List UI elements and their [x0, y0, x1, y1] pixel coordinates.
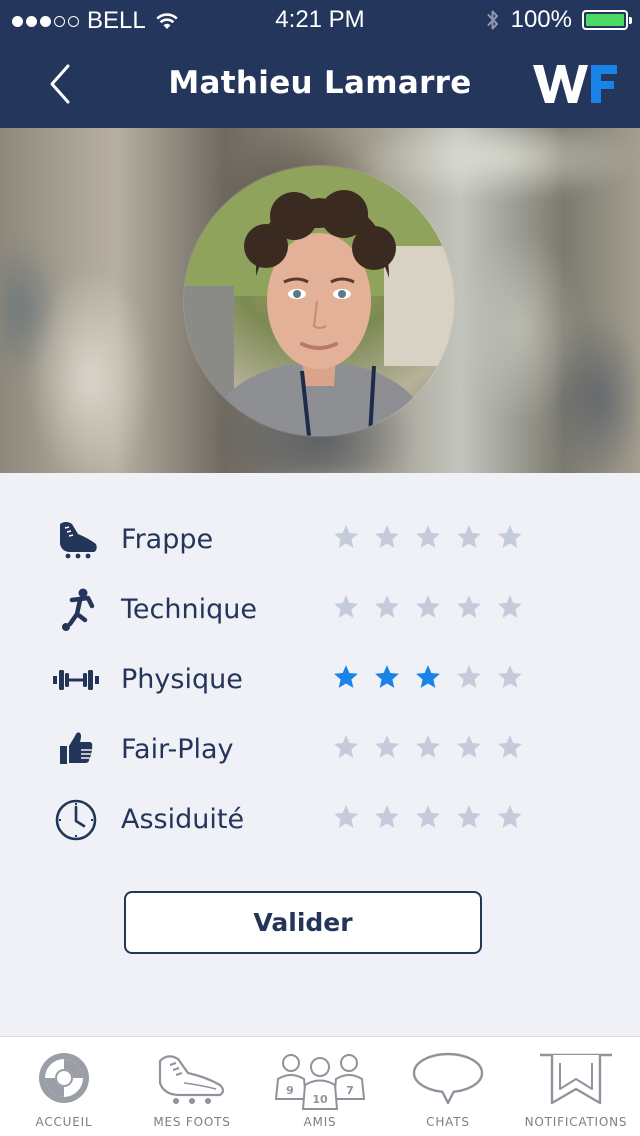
rating-label: Physique [121, 664, 243, 695]
tab-accueil[interactable]: ACCUEIL [0, 1037, 128, 1136]
football-boot-icon [158, 1055, 225, 1104]
football-boot-icon [60, 522, 97, 559]
tab-label: ACCUEIL [35, 1115, 93, 1129]
tab-notifications[interactable]: NOTIFICATIONS [512, 1037, 640, 1136]
rating-label: Fair-Play [121, 734, 234, 765]
rating-row-fair-play: Fair-Play [0, 715, 640, 785]
star-empty-icon[interactable] [415, 734, 441, 760]
rating-row-assiduite: Assiduité [0, 785, 640, 855]
tab-bar: ACCUEIL MES FOOTS 9 10 7 AMIS CHATS NOTI… [0, 1036, 640, 1136]
star-filled-icon[interactable] [374, 664, 400, 690]
rating-row-frappe: Frappe [0, 505, 640, 575]
star-empty-icon[interactable] [374, 524, 400, 550]
battery-fill [586, 14, 624, 26]
star-empty-icon[interactable] [497, 664, 523, 690]
star-empty-icon[interactable] [374, 734, 400, 760]
star-empty-icon[interactable] [456, 804, 482, 830]
tab-chats[interactable]: CHATS [384, 1037, 512, 1136]
star-empty-icon[interactable] [374, 804, 400, 830]
star-empty-icon[interactable] [374, 594, 400, 620]
star-rating[interactable] [333, 804, 523, 830]
tab-mes-foots[interactable]: MES FOOTS [128, 1037, 256, 1136]
star-empty-icon[interactable] [456, 594, 482, 620]
rating-label: Technique [121, 594, 257, 625]
rating-row-technique: Technique [0, 575, 640, 645]
star-filled-icon[interactable] [333, 664, 359, 690]
star-rating[interactable] [333, 734, 523, 760]
status-bar: BELL 4:21 PM 100% [0, 0, 640, 40]
star-empty-icon[interactable] [415, 524, 441, 550]
jersey-number: 9 [286, 1084, 294, 1097]
star-rating[interactable] [333, 594, 523, 620]
home-swirl-icon [39, 1053, 89, 1103]
thumbs-up-icon [60, 732, 93, 764]
rating-row-physique: Physique [0, 645, 640, 715]
tab-amis[interactable]: 9 10 7 AMIS [256, 1037, 384, 1136]
status-right: 100% [485, 6, 632, 34]
chat-bubble-icon [412, 1052, 484, 1105]
star-empty-icon[interactable] [415, 594, 441, 620]
star-rating[interactable] [333, 664, 523, 690]
profile-avatar [184, 166, 454, 436]
player-kicking-icon [62, 588, 95, 631]
dumbbell-icon [53, 670, 99, 690]
star-empty-icon[interactable] [456, 524, 482, 550]
jersey-number: 10 [312, 1093, 328, 1106]
star-empty-icon[interactable] [333, 524, 359, 550]
profile-background-photo [0, 128, 640, 473]
tab-label: CHATS [426, 1115, 470, 1129]
tab-label: MES FOOTS [153, 1115, 231, 1129]
star-empty-icon[interactable] [333, 804, 359, 830]
tab-label: NOTIFICATIONS [524, 1115, 628, 1129]
star-empty-icon[interactable] [497, 594, 523, 620]
battery-percent: 100% [510, 6, 572, 33]
star-empty-icon[interactable] [497, 524, 523, 550]
bluetooth-icon [486, 10, 498, 30]
star-filled-icon[interactable] [415, 664, 441, 690]
tab-label: AMIS [303, 1115, 337, 1129]
star-empty-icon[interactable] [415, 804, 441, 830]
friends-icon: 9 10 7 [274, 1054, 366, 1110]
bookmark-icon [540, 1053, 612, 1105]
avatar-portrait [184, 166, 454, 436]
clock-icon [55, 799, 97, 841]
wf-logo[interactable] [533, 64, 617, 104]
star-empty-icon[interactable] [333, 594, 359, 620]
rating-label: Frappe [121, 524, 214, 555]
jersey-number: 7 [346, 1084, 354, 1097]
navigation-bar: Mathieu Lamarre [0, 40, 640, 128]
battery-icon [582, 10, 632, 30]
star-empty-icon[interactable] [456, 664, 482, 690]
star-empty-icon[interactable] [497, 734, 523, 760]
star-empty-icon[interactable] [456, 734, 482, 760]
validate-button[interactable]: Valider [124, 891, 482, 954]
star-empty-icon[interactable] [497, 804, 523, 830]
star-rating[interactable] [333, 524, 523, 550]
rating-label: Assiduité [121, 804, 245, 835]
star-empty-icon[interactable] [333, 734, 359, 760]
